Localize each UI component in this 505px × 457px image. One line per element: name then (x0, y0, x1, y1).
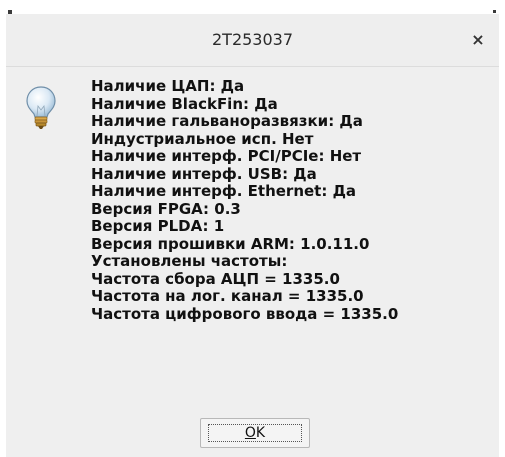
message-line: Наличие BlackFin: Да (91, 94, 278, 113)
title-bar[interactable]: 2T253037 × (6, 14, 499, 67)
message-line: Наличие интерф. USB: Да (91, 164, 317, 183)
ok-button-label: OK (245, 419, 265, 447)
info-dialog: 2T253037 × Наличие ЦАП: Да Наличие Black… (6, 14, 499, 457)
message-line: Версия прошивки ARM: 1.0.11.0 (91, 234, 370, 253)
message-line: Частота цифрового ввода = 1335.0 (91, 304, 399, 323)
message-line: Наличие гальваноразвязки: Да (91, 112, 363, 130)
ok-mnemonic: O (244, 425, 256, 441)
message-line: Наличие интерф. Ethernet: Да (91, 182, 357, 200)
message-line: Установлены частоты: (91, 252, 288, 270)
message-line: Частота на лог. канал = 1335.0 (91, 287, 364, 305)
lightbulb-icon (26, 86, 56, 129)
message-line: Наличие ЦАП: Да (91, 77, 245, 95)
message-line: Версия PLDA: 1 (91, 217, 225, 235)
message-text: Наличие ЦАП: Да Наличие BlackFin: Да Нал… (91, 77, 496, 323)
message-line: Наличие интерф. PCI/PCIe: Нет (91, 147, 362, 165)
dialog-title: 2T253037 (211, 30, 294, 49)
message-line: Частота сбора АЦП = 1335.0 (91, 269, 340, 288)
window-corner-mark (493, 10, 496, 13)
ok-label-rest: K (255, 425, 266, 441)
message-line: Версия FPGA: 0.3 (91, 199, 241, 218)
message-line: Индустриальное исп. Нет (91, 129, 314, 148)
ok-button[interactable]: OK (200, 418, 310, 448)
close-button[interactable]: × (468, 30, 488, 50)
